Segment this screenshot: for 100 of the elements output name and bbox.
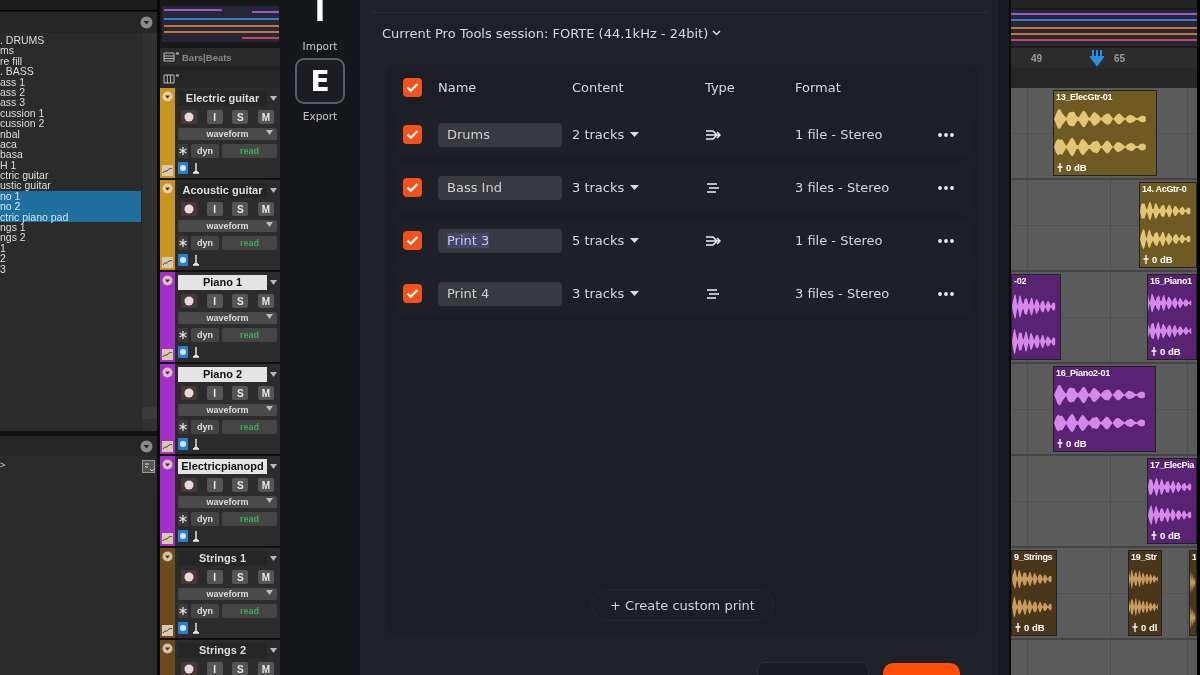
dyn-button[interactable]: dyn [191, 420, 219, 434]
track-list-item[interactable]: 1 [0, 242, 141, 254]
track-button[interactable]: I [206, 202, 223, 216]
track-name-field[interactable]: Electricpianopd [178, 459, 267, 474]
track-name-field[interactable]: Acoustic guitar [178, 183, 267, 198]
track-button[interactable]: I [206, 478, 223, 492]
checkbox[interactable] [403, 178, 422, 198]
sort-icon[interactable] [142, 460, 155, 473]
track-list-item[interactable]: ass 3 [0, 97, 141, 108]
track-name-field[interactable]: Piano 2 [178, 367, 267, 382]
track-button[interactable]: M [257, 202, 274, 216]
track-button[interactable]: M [257, 570, 274, 584]
clock-icon[interactable] [178, 622, 188, 634]
primary-button[interactable] [883, 663, 960, 675]
track-list-item[interactable]: ass 1 [0, 76, 141, 87]
record-button[interactable] [181, 110, 197, 124]
audio-clip[interactable]: 19_Str 0 dl [1128, 550, 1162, 636]
track-name-field[interactable]: Piano 1 [178, 275, 267, 290]
caret-icon[interactable] [270, 648, 277, 653]
track-list-item[interactable]: ctric guitar [0, 170, 141, 181]
dyn-button[interactable]: dyn [191, 512, 219, 526]
track-list-item[interactable]: basa [0, 149, 141, 160]
audio-clip[interactable]: 14. AcGtr-0 0 dB [1139, 182, 1197, 268]
audio-clip[interactable]: -02 [1011, 274, 1061, 360]
columns-icon[interactable] [163, 74, 179, 84]
dropdown-icon[interactable] [140, 16, 153, 29]
clock-icon[interactable] [178, 438, 188, 450]
track-list-item[interactable]: re fill [0, 55, 141, 67]
track-list-item[interactable]: ctric piano pad [0, 211, 141, 223]
record-button[interactable] [181, 662, 197, 675]
track-button[interactable]: S [232, 202, 249, 216]
caret-icon[interactable] [270, 556, 277, 561]
track-list-item[interactable]: nbal [0, 128, 141, 139]
caret-icon[interactable] [630, 185, 640, 191]
track-button[interactable]: S [232, 386, 249, 400]
dropdown-icon[interactable] [162, 551, 173, 562]
track-list-item[interactable]: ngs 2 [0, 232, 141, 243]
content-dropdown[interactable]: 2 tracks [572, 127, 705, 143]
more-icon[interactable] [938, 239, 954, 243]
track-button[interactable]: I [206, 294, 223, 308]
track-list-item[interactable]: . DRUMS [0, 35, 141, 46]
asterisk-icon[interactable] [178, 236, 188, 250]
record-button[interactable] [181, 570, 197, 584]
track-button[interactable]: I [206, 570, 223, 584]
dyn-button[interactable]: dyn [191, 604, 219, 618]
track-button[interactable]: I [206, 110, 223, 124]
waveform-icon[interactable] [162, 349, 173, 360]
audio-clip[interactable]: 16_Piano2-01 0 dB [1053, 366, 1156, 452]
track-button[interactable]: M [257, 110, 274, 124]
caret-icon[interactable] [270, 280, 277, 285]
track-button[interactable]: S [232, 570, 249, 584]
dyn-button[interactable]: dyn [191, 236, 219, 250]
track-list-item[interactable]: 3 [0, 263, 141, 274]
waveform-icon[interactable] [162, 257, 173, 268]
input-monitor-icon[interactable] [192, 622, 200, 634]
dropdown-icon[interactable] [162, 643, 173, 654]
chevron-down-icon[interactable] [712, 30, 722, 37]
input-monitor-icon[interactable] [192, 438, 200, 450]
more-icon[interactable] [938, 292, 954, 296]
clock-icon[interactable] [178, 530, 188, 542]
scrollbar-thumb[interactable] [142, 407, 157, 419]
track-button[interactable]: I [206, 662, 223, 675]
caret-icon[interactable] [630, 238, 640, 244]
track-list-item[interactable]: cussion 1 [0, 107, 141, 119]
record-button[interactable] [181, 294, 197, 308]
track-list-item[interactable]: H 1 [0, 159, 141, 171]
track-button[interactable]: S [232, 478, 249, 492]
more-icon[interactable] [938, 186, 954, 190]
input-monitor-icon[interactable] [192, 346, 200, 358]
dropdown-icon[interactable] [162, 91, 173, 102]
track-name-field[interactable]: Strings 2 [178, 643, 267, 658]
view-dropdown[interactable]: waveform [178, 220, 277, 232]
audio-clip[interactable]: 1 [1189, 550, 1197, 636]
track-list-item[interactable]: ngs 1 [0, 222, 141, 233]
input-monitor-icon[interactable] [192, 162, 200, 174]
input-monitor-icon[interactable] [192, 254, 200, 266]
more-icon[interactable] [938, 133, 954, 137]
waveform-icon[interactable] [162, 625, 173, 636]
track-button[interactable]: M [257, 478, 274, 492]
name-field[interactable]: Drums [438, 123, 562, 147]
audio-clip[interactable]: 9_Strings 0 dB [1011, 550, 1057, 636]
list-icon[interactable] [163, 52, 179, 62]
asterisk-icon[interactable] [178, 420, 188, 434]
caret-icon[interactable] [630, 132, 640, 138]
track-button[interactable]: S [232, 110, 249, 124]
playhead-marker-icon[interactable] [1090, 50, 1104, 66]
view-dropdown[interactable]: waveform [178, 312, 277, 324]
content-dropdown[interactable]: 5 tracks [572, 233, 705, 249]
content-dropdown[interactable]: 3 tracks [572, 180, 705, 196]
dyn-button[interactable]: dyn [191, 328, 219, 342]
name-field[interactable]: Bass Ind [438, 176, 562, 200]
dropdown-icon[interactable] [162, 275, 173, 286]
caret-icon[interactable] [270, 188, 277, 193]
waveform-icon[interactable] [162, 533, 173, 544]
clock-icon[interactable] [178, 162, 188, 174]
create-custom-print-button[interactable]: + Create custom print [591, 589, 774, 622]
nav-tile[interactable]: E [295, 58, 345, 104]
view-dropdown[interactable]: waveform [178, 128, 277, 140]
track-button[interactable]: S [232, 294, 249, 308]
name-field[interactable]: Print 3 [438, 229, 562, 253]
